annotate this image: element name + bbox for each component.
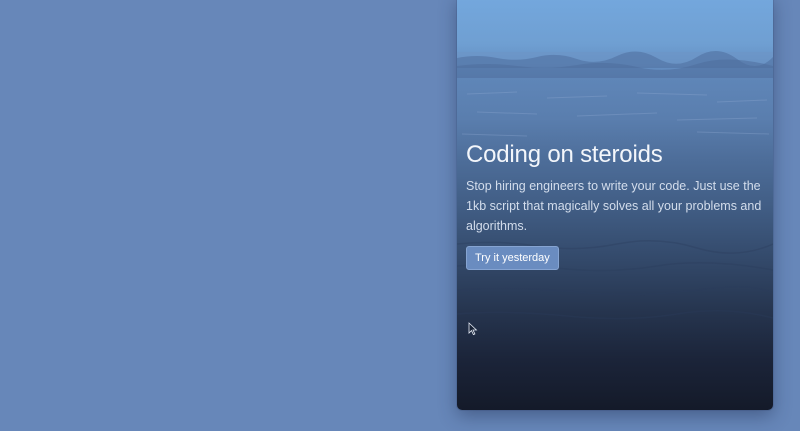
try-it-button[interactable]: Try it yesterday [466,246,559,271]
page-background: Coding on steroids Stop hiring engineers… [0,0,800,431]
hero-subtitle: Stop hiring engineers to write your code… [466,179,762,234]
hero-content: Coding on steroids Stop hiring engineers… [466,141,766,271]
mouse-pointer-icon [468,322,478,336]
mobile-preview-card: Coding on steroids Stop hiring engineers… [457,0,773,410]
hero-title: Coding on steroids [466,141,663,168]
